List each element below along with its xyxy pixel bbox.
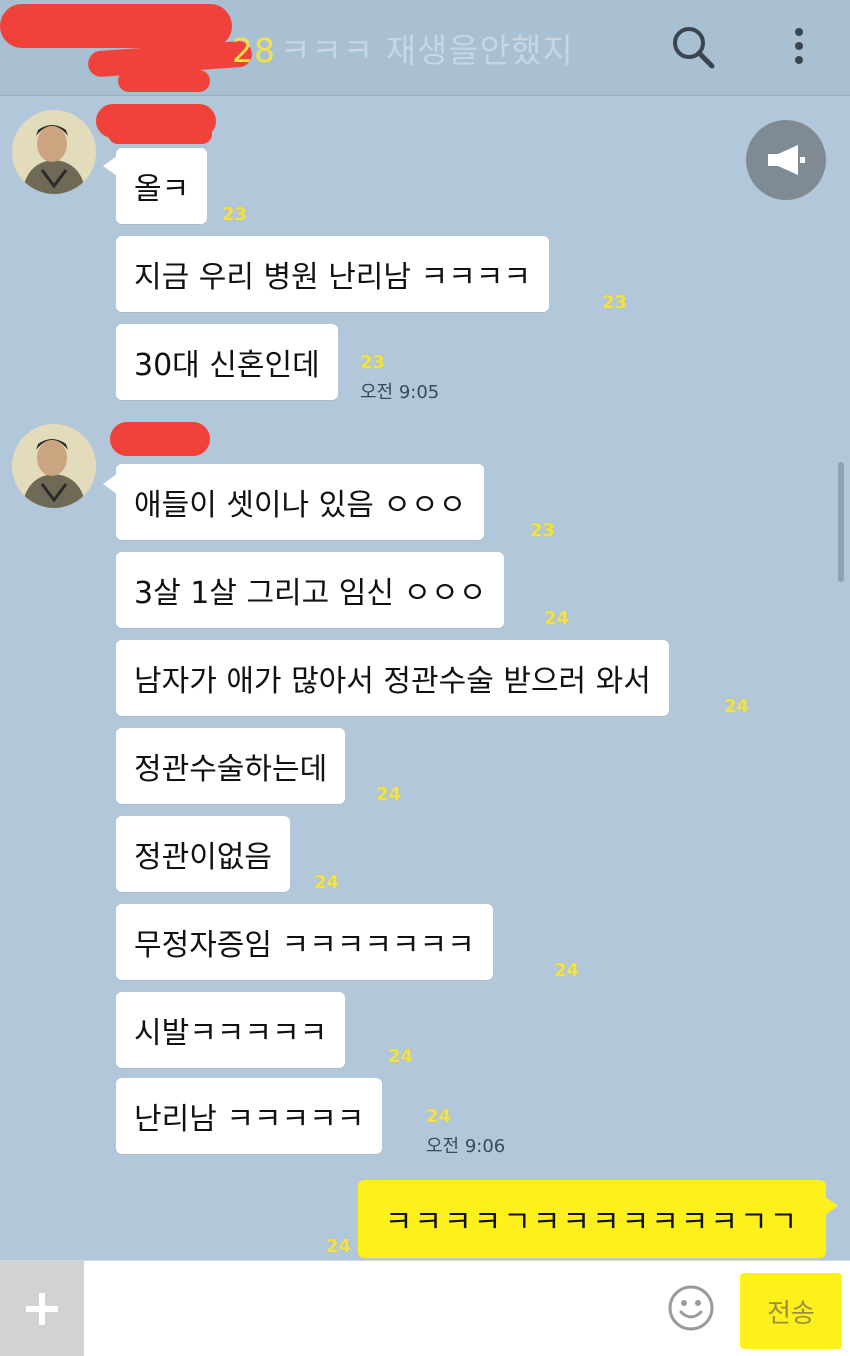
message-input[interactable] bbox=[96, 1273, 660, 1345]
unread-count: 28 bbox=[232, 31, 276, 70]
message-bubble[interactable]: 정관이없음 bbox=[116, 816, 290, 892]
message-text: 올ㅋ bbox=[134, 172, 190, 207]
message-bubble[interactable]: 애들이 셋이나 있음 ㅇㅇㅇ bbox=[116, 464, 485, 540]
plus-icon bbox=[26, 1292, 58, 1325]
unread-count: 24 bbox=[724, 696, 750, 717]
message-bubble[interactable]: 무정자증임 ㅋㅋㅋㅋㅋㅋㅋ bbox=[116, 904, 493, 980]
unread-count: 24 bbox=[554, 960, 580, 981]
unread-count: 23 bbox=[222, 204, 248, 225]
message-time: 오전 9:05 bbox=[360, 382, 440, 403]
message-bubble[interactable]: 시발ㅋㅋㅋㅋㅋ bbox=[116, 992, 346, 1068]
unread-count: 23 bbox=[602, 292, 628, 313]
redacted-sender-name bbox=[110, 422, 210, 456]
search-button[interactable] bbox=[668, 22, 718, 72]
smiley-icon bbox=[668, 1285, 714, 1331]
unread-count: 24 bbox=[426, 1106, 452, 1127]
message-text: 남자가 애가 많아서 정관수술 받으러 와서 bbox=[134, 664, 651, 699]
sender-avatar[interactable] bbox=[12, 110, 96, 194]
redacted-chat-name-stroke-2 bbox=[118, 70, 210, 92]
profile-picture bbox=[12, 110, 96, 194]
message-text: 무정자증임 ㅋㅋㅋㅋㅋㅋㅋ bbox=[134, 928, 475, 963]
message-text: 정관수술하는데 bbox=[134, 752, 328, 787]
message-bubble[interactable]: 지금 우리 병원 난리남 ㅋㅋㅋㅋ bbox=[116, 236, 549, 312]
message-text: ㅋㅋㅋㅋㄱㅋㅋㅋㅋㅋㅋㅋㄱㄱ bbox=[384, 1205, 800, 1240]
message-bubble[interactable]: 난리남 ㅋㅋㅋㅋㅋ bbox=[116, 1078, 383, 1154]
unread-count: 24 bbox=[314, 872, 340, 893]
message-text: 시발ㅋㅋㅋㅋㅋ bbox=[134, 1016, 328, 1051]
scrollbar[interactable] bbox=[838, 462, 844, 582]
my-message-bubble[interactable]: ㅋㅋㅋㅋㄱㅋㅋㅋㅋㅋㅋㅋㄱㄱ bbox=[358, 1180, 826, 1258]
unread-count: 24 bbox=[326, 1236, 352, 1257]
send-label: 전송 bbox=[767, 1298, 815, 1329]
message-input-bar: 전송 bbox=[0, 1260, 850, 1356]
chat-title: 28 ㅋㅋㅋ 재생을안했지 bbox=[232, 24, 574, 72]
message-bubble[interactable]: 3살 1살 그리고 임신 ㅇㅇㅇ bbox=[116, 552, 505, 628]
bubble-tail bbox=[824, 1196, 838, 1216]
unread-count: 23 bbox=[360, 352, 386, 373]
send-button[interactable]: 전송 bbox=[740, 1273, 842, 1349]
message-text: 정관이없음 bbox=[134, 840, 272, 875]
chat-header: 28 ㅋㅋㅋ 재생을안했지 bbox=[0, 0, 850, 96]
search-icon bbox=[673, 27, 715, 69]
notice-button[interactable] bbox=[746, 120, 826, 200]
emoticon-button[interactable] bbox=[666, 1283, 716, 1333]
profile-picture bbox=[12, 424, 96, 508]
chat-title-text: ㅋㅋㅋ 재생을안했지 bbox=[280, 31, 574, 70]
message-text: 3살 1살 그리고 임신 ㅇㅇㅇ bbox=[134, 576, 487, 611]
message-bubble[interactable]: 남자가 애가 많아서 정관수술 받으러 와서 bbox=[116, 640, 669, 716]
message-text: 난리남 ㅋㅋㅋㅋㅋ bbox=[134, 1102, 365, 1137]
bubble-tail bbox=[103, 156, 117, 176]
redacted-chat-name bbox=[0, 4, 232, 48]
more-menu-button[interactable] bbox=[784, 22, 814, 72]
redacted-sender-name-2 bbox=[108, 124, 212, 144]
attach-button[interactable] bbox=[0, 1261, 84, 1356]
unread-count: 24 bbox=[544, 608, 570, 629]
message-bubble[interactable]: 30대 신혼인데 bbox=[116, 324, 338, 400]
message-text: 30대 신혼인데 bbox=[134, 348, 320, 383]
more-vertical-icon bbox=[795, 28, 803, 64]
unread-count: 23 bbox=[530, 520, 556, 541]
unread-count: 24 bbox=[376, 784, 402, 805]
message-text: 지금 우리 병원 난리남 ㅋㅋㅋㅋ bbox=[134, 260, 531, 295]
unread-count: 24 bbox=[388, 1046, 414, 1067]
megaphone-icon bbox=[768, 145, 805, 175]
message-text: 애들이 셋이나 있음 ㅇㅇㅇ bbox=[134, 488, 467, 523]
message-bubble[interactable]: 올ㅋ bbox=[116, 148, 208, 224]
bubble-tail bbox=[103, 474, 117, 494]
sender-avatar[interactable] bbox=[12, 424, 96, 508]
message-time: 오전 9:06 bbox=[426, 1136, 506, 1157]
message-bubble[interactable]: 정관수술하는데 bbox=[116, 728, 346, 804]
